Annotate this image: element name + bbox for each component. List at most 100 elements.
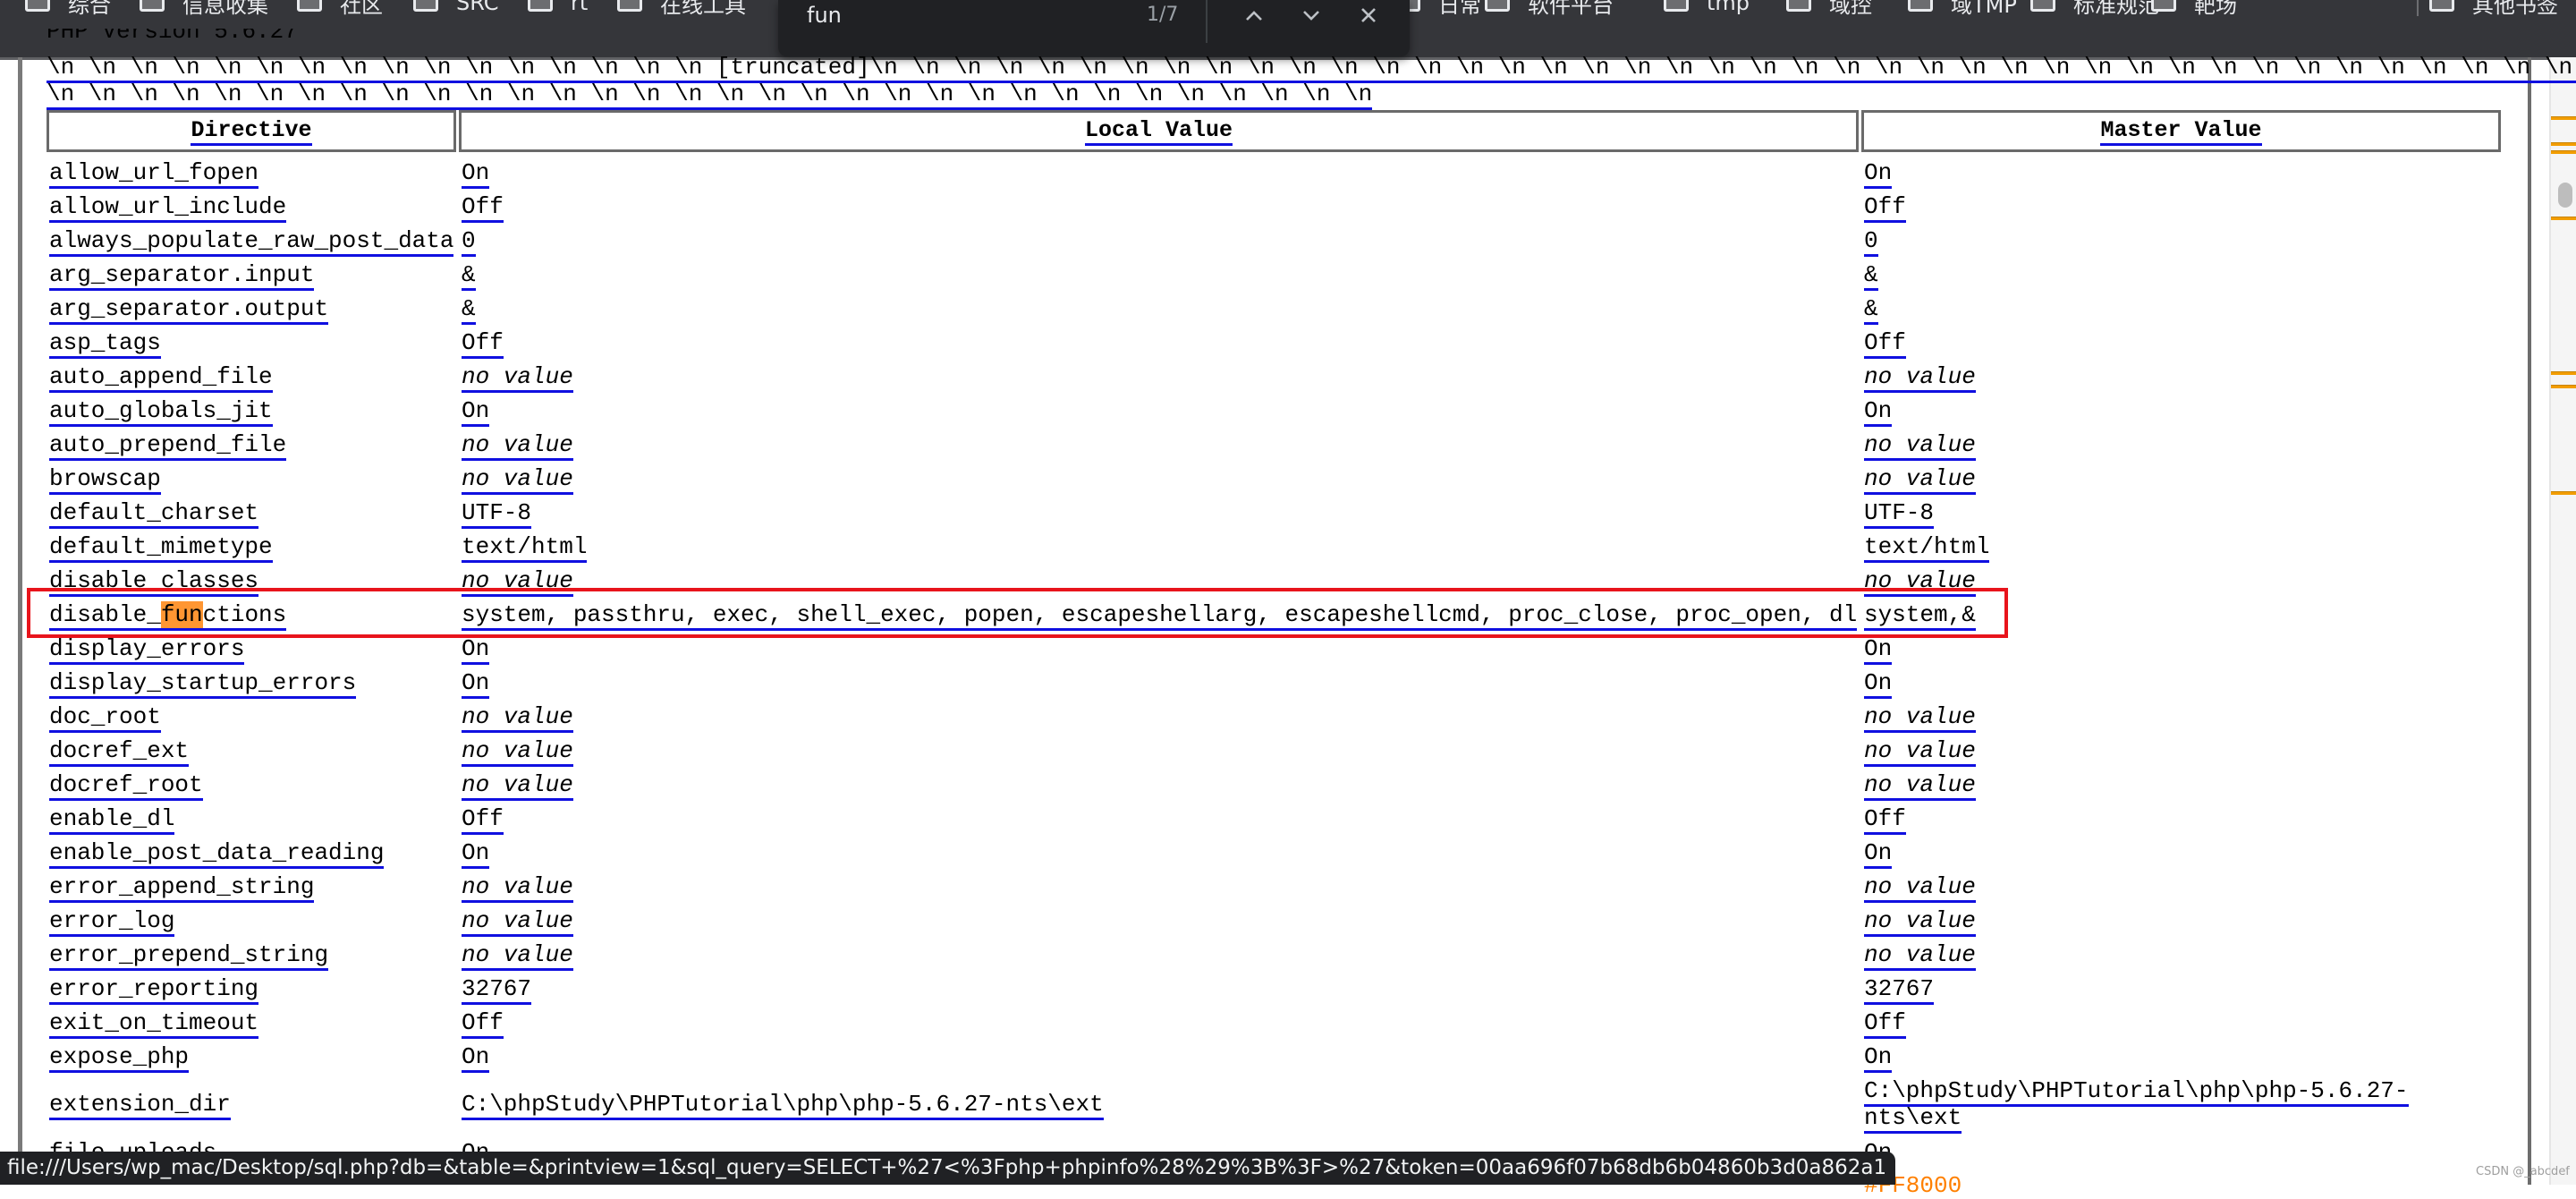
bookmark-folder[interactable]: 综合 bbox=[25, 0, 111, 18]
bookmark-folder[interactable]: 域控 bbox=[1786, 0, 1872, 18]
local-value[interactable]: Off bbox=[462, 329, 504, 359]
local-value[interactable]: Off bbox=[462, 1009, 504, 1039]
local-value[interactable]: Off bbox=[462, 805, 504, 835]
local-value[interactable]: no value bbox=[462, 465, 573, 495]
directive-name[interactable]: always_populate_raw_post_data bbox=[49, 227, 454, 257]
find-input[interactable] bbox=[807, 0, 1147, 30]
master-value[interactable]: On bbox=[1864, 159, 1893, 189]
other-bookmarks[interactable]: 其他书签 bbox=[2429, 0, 2558, 18]
master-value[interactable]: On bbox=[1864, 635, 1893, 665]
local-value[interactable]: no value bbox=[462, 771, 573, 801]
local-value[interactable]: 32767 bbox=[462, 975, 532, 1005]
local-value[interactable]: UTF-8 bbox=[462, 499, 532, 529]
master-value[interactable]: Off bbox=[1864, 193, 1906, 223]
master-value[interactable]: no value bbox=[1864, 465, 1976, 495]
local-value[interactable]: On bbox=[462, 1043, 490, 1073]
local-value[interactable]: On bbox=[462, 397, 490, 427]
directive-name[interactable]: enable_dl bbox=[49, 805, 175, 835]
directive-name[interactable]: enable_post_data_reading bbox=[49, 839, 385, 869]
directive-name[interactable]: arg_separator.output bbox=[49, 295, 329, 325]
master-value[interactable]: Off bbox=[1864, 329, 1906, 359]
bookmark-folder[interactable]: 社区 bbox=[297, 0, 383, 18]
bookmark-folder[interactable]: SRC bbox=[413, 0, 498, 18]
directive-name[interactable]: docref_ext bbox=[49, 737, 190, 767]
directive-name[interactable]: error_prepend_string bbox=[49, 941, 329, 971]
local-value[interactable]: no value bbox=[462, 703, 573, 733]
master-value[interactable]: no value bbox=[1864, 737, 1976, 767]
directive-name[interactable]: allow_url_include bbox=[49, 193, 287, 223]
local-value-cell: no value bbox=[462, 768, 573, 802]
find-next-button[interactable] bbox=[1293, 0, 1329, 30]
local-value[interactable]: no value bbox=[462, 363, 573, 393]
local-value[interactable]: no value bbox=[462, 907, 573, 937]
master-value[interactable]: no value bbox=[1864, 771, 1976, 801]
local-value[interactable]: & bbox=[462, 295, 476, 325]
master-value[interactable]: & bbox=[1864, 261, 1878, 291]
master-value[interactable]: Off bbox=[1864, 1009, 1906, 1039]
bookmark-folder[interactable]: 域TMP bbox=[1908, 0, 2017, 18]
directive-name[interactable]: auto_prepend_file bbox=[49, 431, 287, 461]
directive-name[interactable]: error_append_string bbox=[49, 873, 315, 903]
directive-name[interactable]: auto_append_file bbox=[49, 363, 273, 393]
truncated-output-link[interactable]: \n \n \n \n \n \n \n \n \n \n \n \n \n \… bbox=[47, 54, 2576, 83]
local-value[interactable]: text/html bbox=[462, 533, 588, 563]
master-value[interactable]: UTF-8 bbox=[1864, 499, 1935, 529]
master-value[interactable]: no value bbox=[1864, 873, 1976, 903]
master-value[interactable]: On bbox=[1864, 839, 1893, 869]
bookmark-folder[interactable]: 靶场 bbox=[2151, 0, 2237, 18]
bookmark-folder[interactable]: 标准规范 bbox=[2030, 0, 2159, 18]
master-value[interactable]: Off bbox=[1864, 805, 1906, 835]
master-value[interactable]: no value bbox=[1864, 363, 1976, 393]
local-value[interactable]: 0 bbox=[462, 227, 476, 257]
master-value[interactable]: text/html bbox=[1864, 533, 1990, 563]
master-value[interactable]: On bbox=[1864, 1043, 1893, 1073]
directive-name[interactable]: arg_separator.input bbox=[49, 261, 315, 291]
directive-name[interactable]: doc_root bbox=[49, 703, 161, 733]
master-value[interactable]: no value bbox=[1864, 703, 1976, 733]
bookmark-folder[interactable]: tmp bbox=[1664, 0, 1750, 18]
directive-name[interactable]: default_charset bbox=[49, 499, 259, 529]
master-value[interactable]: no value bbox=[1864, 431, 1976, 461]
master-value[interactable]: & bbox=[1864, 295, 1878, 325]
local-value[interactable]: On bbox=[462, 669, 490, 699]
bookmark-folder[interactable]: 在线工具 bbox=[617, 0, 746, 18]
local-value[interactable]: no value bbox=[462, 941, 573, 971]
local-value[interactable]: On bbox=[462, 839, 490, 869]
directive-name[interactable]: expose_php bbox=[49, 1043, 190, 1073]
directive-name[interactable]: asp_tags bbox=[49, 329, 161, 359]
local-value[interactable]: no value bbox=[462, 431, 573, 461]
local-value[interactable]: no value bbox=[462, 873, 573, 903]
bookmark-folder[interactable]: rt bbox=[528, 0, 588, 18]
master-value-cell: Off bbox=[1864, 190, 1906, 224]
header-directive-label[interactable]: Directive bbox=[191, 117, 312, 146]
directive-name[interactable]: display_errors bbox=[49, 635, 245, 665]
master-value[interactable]: no value bbox=[1864, 941, 1976, 971]
local-value[interactable]: Off bbox=[462, 193, 504, 223]
truncated-output-link[interactable]: \n \n \n \n \n \n \n \n \n \n \n \n \n \… bbox=[47, 81, 1373, 110]
find-close-button[interactable] bbox=[1351, 0, 1386, 30]
bookmark-folder[interactable]: 软件平台 bbox=[1485, 0, 1614, 18]
local-value[interactable]: On bbox=[462, 635, 490, 665]
header-master-value-label[interactable]: Master Value bbox=[2100, 117, 2262, 146]
directive-name[interactable]: error_log bbox=[49, 907, 175, 937]
directive-name[interactable]: error_reporting bbox=[49, 975, 259, 1005]
master-value[interactable]: no value bbox=[1864, 907, 1976, 937]
directive-name[interactable]: exit_on_timeout bbox=[49, 1009, 259, 1039]
master-value[interactable]: On bbox=[1864, 397, 1893, 427]
bookmark-folder[interactable]: 信息收集 bbox=[140, 0, 268, 18]
directive-name[interactable]: browscap bbox=[49, 465, 161, 495]
directive-name[interactable]: default_mimetype bbox=[49, 533, 273, 563]
master-value[interactable]: nts\ext bbox=[1864, 1104, 1962, 1134]
header-local-value-label[interactable]: Local Value bbox=[1084, 117, 1233, 146]
local-value[interactable]: & bbox=[462, 261, 476, 291]
local-value[interactable]: On bbox=[462, 159, 490, 189]
master-value[interactable]: On bbox=[1864, 669, 1893, 699]
directive-name[interactable]: display_startup_errors bbox=[49, 669, 357, 699]
master-value[interactable]: 0 bbox=[1864, 227, 1878, 257]
directive-name[interactable]: allow_url_fopen bbox=[49, 159, 259, 189]
find-previous-button[interactable] bbox=[1236, 0, 1272, 30]
directive-name[interactable]: docref_root bbox=[49, 771, 203, 801]
local-value[interactable]: no value bbox=[462, 737, 573, 767]
directive-name[interactable]: auto_globals_jit bbox=[49, 397, 273, 427]
master-value[interactable]: 32767 bbox=[1864, 975, 1935, 1005]
